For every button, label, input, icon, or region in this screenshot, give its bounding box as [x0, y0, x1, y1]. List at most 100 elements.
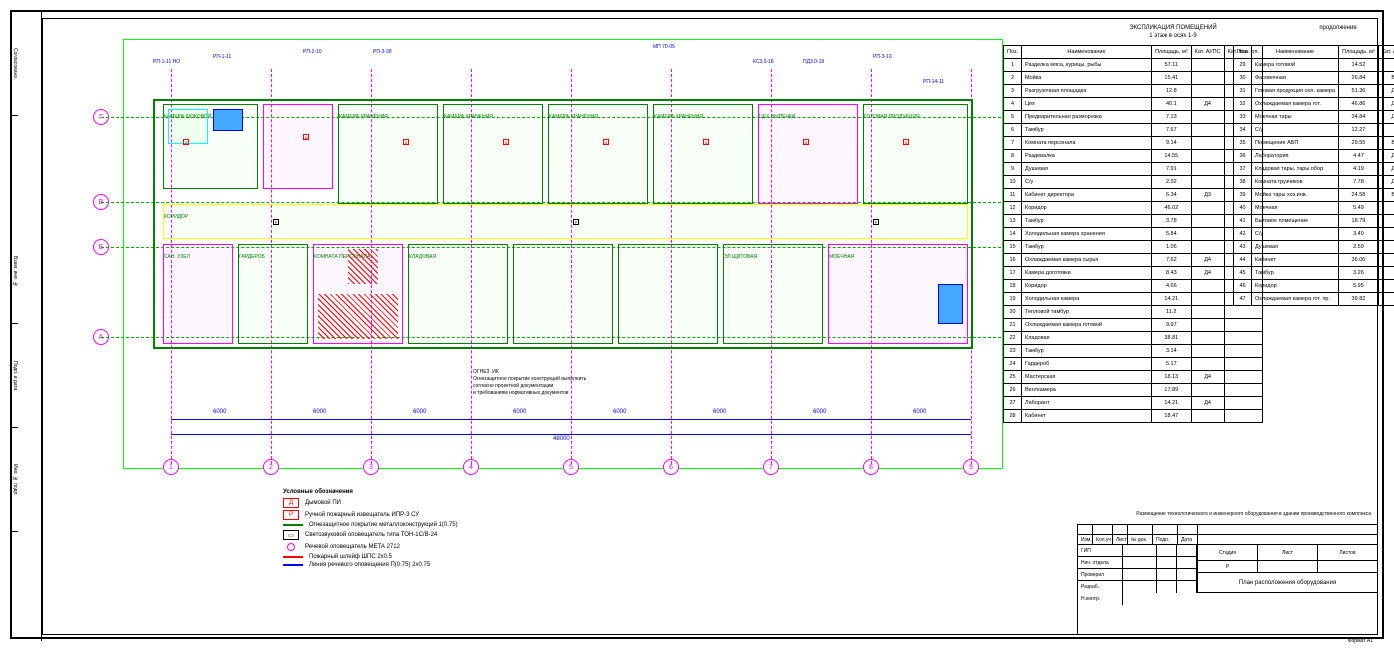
- legend: Условные обозначения ДДымовой ПИ РРучной…: [283, 489, 583, 599]
- tb-data: Дата: [1178, 535, 1198, 545]
- callout-9: РП-3-10: [873, 54, 892, 60]
- tb-right: Стадия Лист Листов Р План расположения о…: [1198, 545, 1377, 593]
- stage-label-1: Лист: [1258, 545, 1318, 560]
- table-row: 45Тамбур3.26: [1234, 267, 1394, 280]
- room-b7: ЭЛ.ЩИТОВАЯ: [723, 244, 823, 344]
- callout-2: РП-2-10: [303, 49, 322, 55]
- table-row: 11Кабинет директора6.34Д3: [1004, 189, 1263, 202]
- legend-sym-smoke: Д: [283, 498, 299, 508]
- table-row: 34С/у12.27: [1234, 124, 1394, 137]
- legend-row-0: Д Дымовой ПИ: [283, 498, 583, 508]
- legend-row-1: РРучной пожарный извещатель ИПР-3 СУ: [283, 510, 583, 520]
- spec-title-2: продолжение: [1273, 25, 1394, 31]
- table-row: 26Венткамера17.89: [1004, 384, 1263, 397]
- callout-1: РП-1-11: [213, 54, 231, 60]
- detector-1: Д: [183, 139, 189, 145]
- table-row: 1Разделка мяса, курицы, рыбы57.11: [1004, 59, 1263, 72]
- title-block: Размещение технологического и инженерног…: [1077, 524, 1377, 634]
- detector-2: Д: [303, 134, 309, 140]
- table-row: 28Кабинет18.47: [1004, 410, 1263, 423]
- room-4: КАМЕРА ХРАНЕНИЯ: [443, 104, 543, 204]
- detector-3: Д: [403, 139, 409, 145]
- corridor: КОРИДОР: [163, 204, 968, 239]
- callout-7: КС3.0-18: [753, 59, 774, 65]
- binding-margin: Согласовано Взам. инв. № Подп. и дата Ин…: [12, 12, 42, 641]
- callout-6: МП 70-05: [653, 44, 675, 50]
- equip-blue-1: [213, 109, 243, 131]
- edge-cell-2: Взам. инв. №: [12, 220, 18, 324]
- detector-11: Р: [873, 219, 879, 225]
- hatch-1: [318, 294, 398, 339]
- role-2: Проверил: [1078, 569, 1123, 580]
- table-row: 29Камера готовой14.52: [1234, 59, 1394, 72]
- room-7: ЦЕХ ВЫПЕЧКИ: [758, 104, 858, 204]
- project-line: Размещение технологического и инженерног…: [1136, 511, 1371, 517]
- table-row: 20Тепловой тамбур11.2: [1004, 306, 1263, 319]
- spec-table-2: Поз. Наименование Площадь, м² Кат. АУПС …: [1233, 45, 1394, 306]
- plan-note: ОГНЕЗ. ИК Огнезащитное покрытие конструк…: [473, 369, 586, 397]
- room-b1: САН. УЗЕЛ: [163, 244, 233, 344]
- table-row: 27Лаборант14.21Д4: [1004, 397, 1263, 410]
- dim-s1: 6000: [213, 409, 226, 415]
- table-row: 39Мойка тары хоз.инв.24.58В3: [1234, 189, 1394, 202]
- legend-sym-fireproof: [283, 524, 303, 526]
- legend-sym-speaker: [283, 542, 299, 552]
- tb-main: ГИП Нач. отдела Проверил Разраб. Стадия …: [1078, 545, 1377, 593]
- drawing-title: План расположения оборудования: [1198, 573, 1377, 593]
- legend-sym-voice: [283, 564, 303, 566]
- table-row: 37Кладовая тары, тары обор.4.19Д4: [1234, 163, 1394, 176]
- room-6: КАМЕРА ХРАНЕНИЯ: [653, 104, 753, 204]
- table-row: 4Цех40.1Д4: [1004, 98, 1263, 111]
- spec-title-1: ЭКСПЛИКАЦИЯ ПОМЕЩЕНИЙ: [1073, 25, 1273, 31]
- table-row: 41Бытовое помещение18.79: [1234, 215, 1394, 228]
- detector-9: Р: [273, 219, 279, 225]
- room-8: ГОТОВАЯ ПРОДУКЦИЯ: [863, 104, 968, 204]
- equip-blue-2: [938, 284, 963, 324]
- floor-plan: А Б В Г 1 2 3 4 5 6 7 8 9: [123, 39, 1003, 469]
- role-1: Нач. отдела: [1078, 557, 1123, 568]
- role-4: Н.контр.: [1078, 593, 1123, 605]
- tb-roles: ГИП Нач. отдела Проверил Разраб.: [1078, 545, 1198, 593]
- detector-4: Д: [503, 139, 509, 145]
- table-row: 8Раздевалка14.55: [1004, 150, 1263, 163]
- legend-row-2: Огнезащитное покрытие металлоконструкций…: [283, 522, 583, 528]
- hatch-2: [348, 249, 378, 284]
- detector-10: Р: [573, 219, 579, 225]
- table-row: 13Тамбур3.78: [1004, 215, 1263, 228]
- legend-text-0: Дымовой ПИ: [305, 500, 341, 506]
- stage-val-2: [1318, 561, 1377, 572]
- table-row: 9Душевая7.91: [1004, 163, 1263, 176]
- table-row: 15Тамбур1.06: [1004, 241, 1263, 254]
- spec-table-1: Поз. Наименование Площадь, м² Кат. АУПС …: [1003, 45, 1263, 423]
- legend-text-5: Пожарный шлейф ШПС 2х0.5: [309, 554, 392, 560]
- callout-8: ПД3.0-18: [803, 59, 824, 65]
- table-row: 33Моечная тары34.84Д4: [1234, 111, 1394, 124]
- plan-note-1: согласно проектной документации: [473, 383, 586, 390]
- legend-row-4: Речевой оповещатель МЕТА 2712: [283, 542, 583, 552]
- stage-label-0: Стадия: [1198, 545, 1258, 560]
- h-area: Площадь, м²: [1152, 46, 1192, 59]
- tb-podp: Подп.: [1153, 535, 1178, 545]
- edge-cell-3: Подп. и дата: [12, 324, 18, 428]
- table-row: 17Камера доготовки8.43Д4: [1004, 267, 1263, 280]
- table-row: 47Охлаждаемая камера гот. пр.39.82: [1234, 293, 1394, 306]
- stage-label-2: Листов: [1318, 545, 1377, 560]
- dim-s6: 6000: [713, 409, 726, 415]
- tb-ndok: № док.: [1128, 535, 1153, 545]
- table-row: 25Мастерская18.13Д4: [1004, 371, 1263, 384]
- detector-6: Д: [703, 139, 709, 145]
- legend-text-2: Огнезащитное покрытие металлоконструкций…: [309, 522, 458, 528]
- legend-text-3: Светозвуковой оповещатель типа ТОН-1С/В-…: [305, 532, 437, 538]
- room-b6: [618, 244, 718, 344]
- detector-5: Д: [603, 139, 609, 145]
- edge-cell-4: Инв. № подл.: [12, 428, 18, 532]
- dim-segments: [171, 419, 971, 420]
- drawing-sheet: Согласовано Взам. инв. № Подп. и дата Ин…: [10, 10, 1384, 639]
- legend-text-4: Речевой оповещатель МЕТА 2712: [305, 544, 400, 550]
- legend-row-6: Линия речевого оповещения П(0.75) 2х0.75: [283, 562, 583, 568]
- h2-name: Наименование: [1252, 46, 1339, 59]
- room-3: КАМЕРА ХРАНЕНИЯ: [338, 104, 438, 204]
- table-row: 44Кабинет36.06: [1234, 254, 1394, 267]
- callout-10: РП-14-11: [923, 79, 944, 85]
- table-row: 21Охлаждаемая камера готовой9.97: [1004, 319, 1263, 332]
